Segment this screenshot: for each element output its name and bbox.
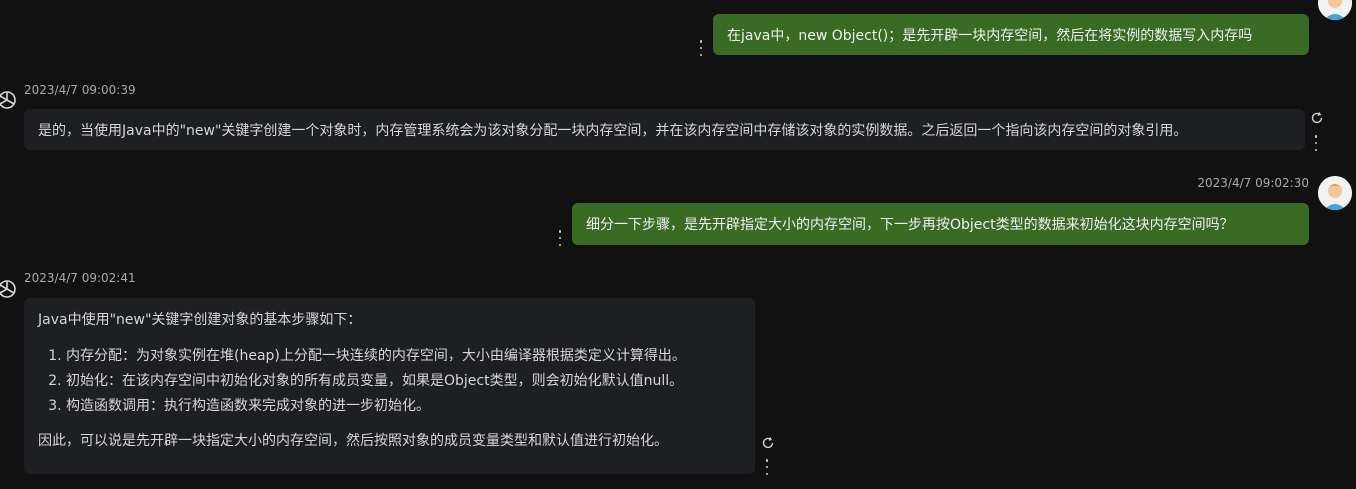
user-message-bubble: 在java中，new Object()；是先开辟一块内存空间，然后在将实例的数据… (713, 14, 1309, 55)
message-intro: Java中使用"new"关键字创建对象的基本步骤如下： (38, 312, 362, 328)
assistant-message-bubble: 是的，当使用Java中的"new"关键字创建一个对象时，内存管理系统会为该对象分… (24, 109, 1305, 150)
user-avatar-icon (1318, 176, 1352, 210)
user-avatar-icon (1318, 0, 1352, 20)
message-timestamp: 2023/4/7 09:00:39 (24, 83, 136, 97)
list-item: 初始化：在该内存空间中初始化对象的所有成员变量，如果是Object类型，则会初始… (66, 369, 741, 394)
message-text: 细分一下步骤，是先开辟指定大小的内存空间，下一步再按Object类型的数据来初始… (586, 217, 1234, 233)
regenerate-button[interactable] (761, 435, 775, 449)
message-timestamp: 2023/4/7 09:02:30 (1197, 176, 1309, 190)
message-options-button[interactable] (1311, 135, 1321, 151)
refresh-icon (1311, 112, 1323, 124)
list-item: 构造函数调用：执行构造函数来完成对象的进一步初始化。 (66, 394, 741, 419)
message-options-button[interactable] (762, 459, 772, 475)
regenerate-button[interactable] (1310, 110, 1324, 124)
message-conclusion: 因此，可以说是先开辟一块指定大小的内存空间，然后按照对象的成员变量类型和默认值进… (38, 433, 668, 449)
steps-list: 内存分配：为对象实例在堆(heap)上分配一块连续的内存空间，大小由编译器根据类… (38, 344, 741, 419)
openai-logo-icon (0, 89, 18, 111)
assistant-message-bubble: Java中使用"new"关键字创建对象的基本步骤如下： 内存分配：为对象实例在堆… (24, 298, 755, 474)
message-text: 在java中，new Object()；是先开辟一块内存空间，然后在将实例的数据… (727, 27, 1253, 44)
message-options-button[interactable] (696, 40, 706, 56)
refresh-icon (762, 437, 774, 449)
openai-logo-icon (0, 278, 18, 300)
message-options-button[interactable] (555, 230, 565, 246)
message-timestamp: 2023/4/7 09:02:41 (24, 271, 136, 285)
list-item: 内存分配：为对象实例在堆(heap)上分配一块连续的内存空间，大小由编译器根据类… (66, 344, 741, 369)
user-message-bubble: 细分一下步骤，是先开辟指定大小的内存空间，下一步再按Object类型的数据来初始… (572, 203, 1309, 245)
message-text: 是的，当使用Java中的"new"关键字创建一个对象时，内存管理系统会为该对象分… (38, 122, 1188, 139)
